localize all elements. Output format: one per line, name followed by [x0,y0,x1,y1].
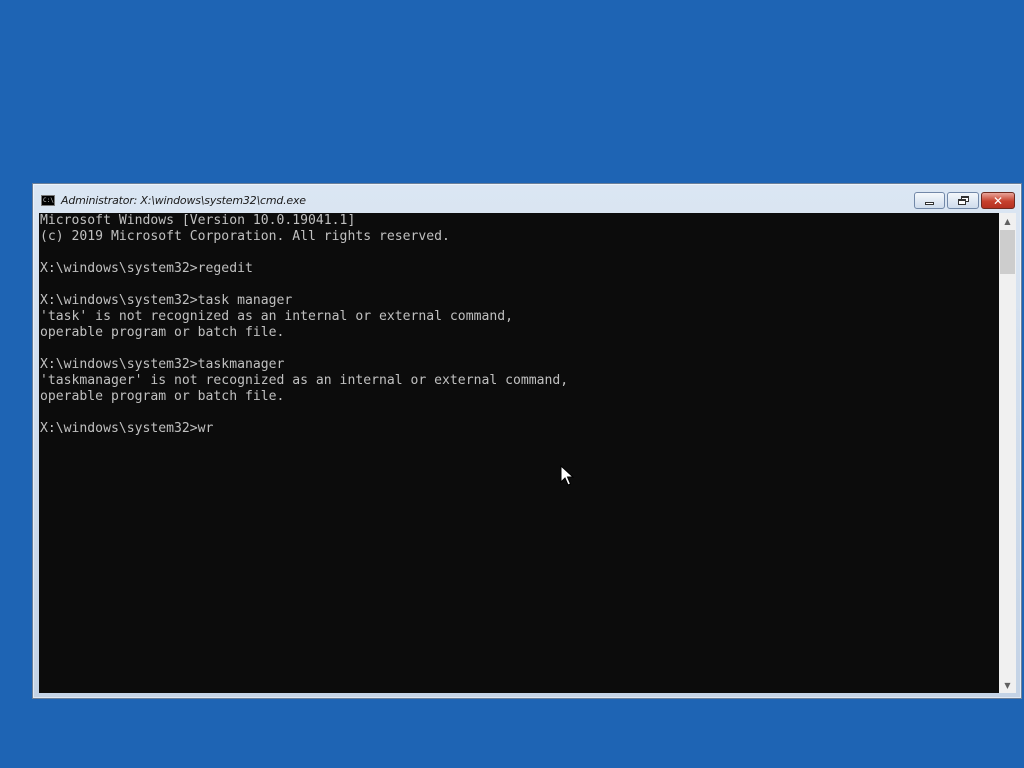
scroll-thumb[interactable] [1000,230,1015,274]
vertical-scrollbar[interactable]: ▲ ▼ [999,213,1016,693]
console-line: operable program or batch file. [40,389,285,404]
minimize-icon [925,202,934,205]
console-line: X:\windows\system32>regedit [40,261,253,276]
restore-icon [957,196,969,205]
mouse-pointer-icon [560,465,574,486]
console-line: X:\windows\system32>wr [40,421,214,436]
title-bar[interactable]: C:\ Administrator: X:\windows\system32\c… [33,184,1021,213]
console-line: operable program or batch file. [40,325,285,340]
cmd-window[interactable]: C:\ Administrator: X:\windows\system32\c… [32,183,1022,699]
console-output[interactable]: Microsoft Windows [Version 10.0.19041.1]… [39,213,999,693]
console-line: 'task' is not recognized as an internal … [40,309,513,324]
console-line: Microsoft Windows [Version 10.0.19041.1] [40,213,356,228]
restore-button[interactable] [947,192,979,209]
cmd-icon[interactable]: C:\ [41,195,55,206]
console-line: 'taskmanager' is not recognized as an in… [40,373,569,388]
console-line: X:\windows\system32>taskmanager [40,357,285,372]
window-title: Administrator: X:\windows\system32\cmd.e… [61,194,306,207]
scroll-down-icon[interactable]: ▼ [999,677,1016,693]
console-line: X:\windows\system32>task manager [40,293,293,308]
console-lines: Microsoft Windows [Version 10.0.19041.1]… [40,213,568,437]
close-icon: ✕ [992,193,1004,208]
scroll-up-icon[interactable]: ▲ [999,213,1016,229]
console-line: (c) 2019 Microsoft Corporation. All righ… [40,229,450,244]
minimize-button[interactable] [914,192,945,209]
close-button[interactable]: ✕ [981,192,1015,209]
